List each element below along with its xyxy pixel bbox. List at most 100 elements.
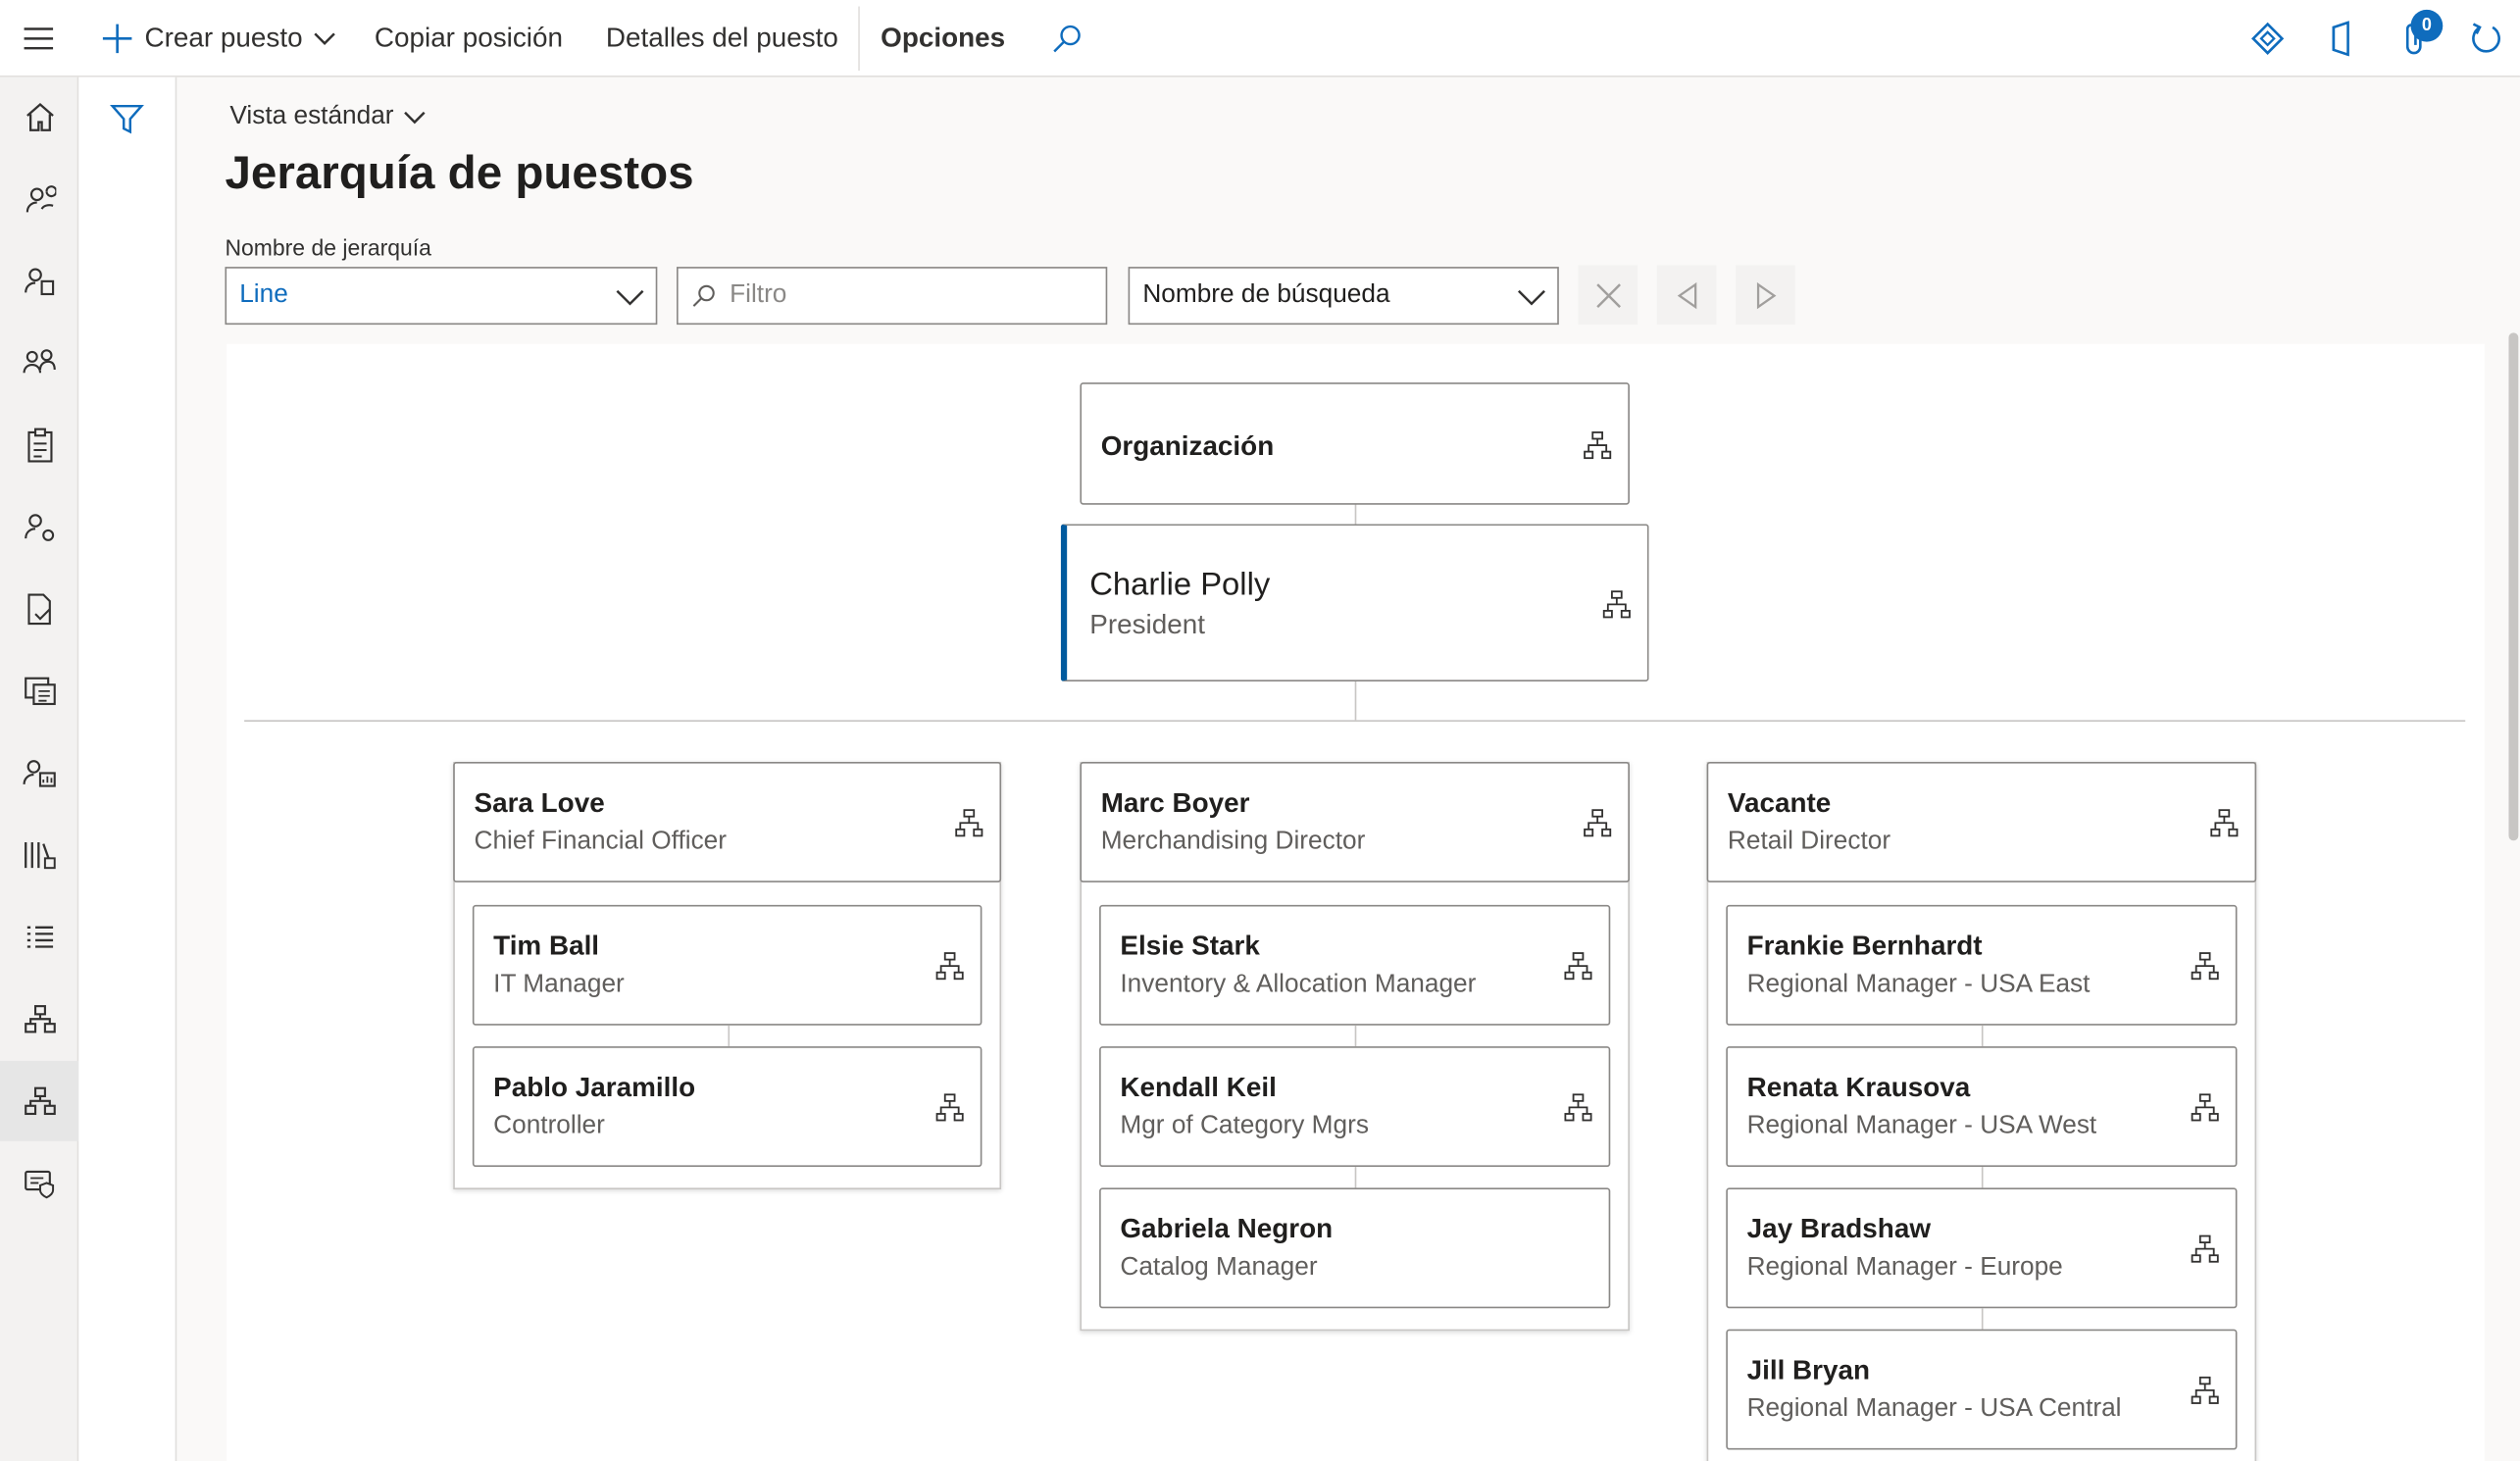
report-icon[interactable] xyxy=(0,651,78,731)
connector-line xyxy=(1981,1025,1984,1047)
toolbar-divider xyxy=(858,6,860,72)
hierarchy-name-dropdown[interactable]: Line xyxy=(225,267,658,326)
president-card[interactable]: Charlie Polly President xyxy=(1060,524,1649,682)
card-name: Organización xyxy=(1100,430,1275,462)
position-card[interactable]: Tim Ball IT Manager xyxy=(472,904,983,1026)
home-icon[interactable] xyxy=(0,77,78,158)
position-details-button[interactable]: Detalles del puesto xyxy=(606,0,838,77)
search-icon[interactable] xyxy=(1051,0,1084,77)
card-title: Controller xyxy=(493,1112,605,1140)
app-root: Crear puesto Copiar posición Detalles de… xyxy=(0,0,2520,1461)
hierarchy-icon[interactable] xyxy=(2191,1376,2220,1405)
close-icon xyxy=(1595,282,1621,308)
card-name: Elsie Stark xyxy=(1120,931,1260,962)
card-title: Regional Manager - USA East xyxy=(1746,971,2091,998)
hierarchy-icon[interactable] xyxy=(1564,951,1593,981)
hierarchy-icon[interactable] xyxy=(1583,809,1612,838)
view-selector[interactable]: Vista estándar xyxy=(229,103,426,132)
document-edit-icon[interactable] xyxy=(0,569,78,649)
org-root-card[interactable]: Organización xyxy=(1080,382,1630,505)
library-icon[interactable] xyxy=(0,815,78,895)
workers-icon[interactable] xyxy=(0,159,78,239)
vertical-scrollbar[interactable] xyxy=(2508,332,2519,841)
office-icon[interactable] xyxy=(2316,13,2367,64)
department-head-card[interactable]: Marc Boyer Merchandising Director xyxy=(1080,761,1630,882)
department-head-card[interactable]: Sara Love Chief Financial Officer xyxy=(453,761,1002,882)
clear-button[interactable] xyxy=(1578,265,1638,326)
chevron-down-icon xyxy=(404,111,426,125)
options-tab[interactable]: Opciones xyxy=(881,0,1005,77)
triangle-right-icon xyxy=(1756,281,1776,309)
search-name-dropdown[interactable]: Nombre de búsqueda xyxy=(1128,267,1559,326)
card-name: Charlie Polly xyxy=(1089,567,1271,603)
card-name: Tim Ball xyxy=(493,931,600,962)
org-chart-settings-icon[interactable] xyxy=(0,979,78,1059)
position-card[interactable]: Gabriela Negron Catalog Manager xyxy=(1099,1187,1611,1309)
hierarchy-icon[interactable] xyxy=(2191,1234,2220,1264)
clipboard-icon[interactable] xyxy=(0,405,78,485)
search-name-value: Nombre de búsqueda xyxy=(1142,280,1390,309)
card-title: Regional Manager - USA Central xyxy=(1746,1394,2122,1423)
card-title: Regional Manager - USA West xyxy=(1746,1112,2097,1140)
action-pane: Crear puesto Copiar posición Detalles de… xyxy=(0,0,2520,77)
position-hierarchy-icon[interactable] xyxy=(0,1060,79,1141)
hierarchy-icon[interactable] xyxy=(935,1093,965,1123)
card-title: Regional Manager - Europe xyxy=(1746,1253,2063,1282)
hierarchy-icon[interactable] xyxy=(935,951,965,981)
connector-line xyxy=(1354,503,1357,527)
navigation-pane xyxy=(0,76,79,1461)
filter-input[interactable]: Filtro xyxy=(677,267,1108,326)
list-icon[interactable] xyxy=(0,897,78,978)
hamburger-menu-icon[interactable] xyxy=(0,0,77,77)
create-position-button[interactable]: Crear puesto xyxy=(100,0,336,77)
card-title: Mgr of Category Mgrs xyxy=(1120,1112,1369,1140)
card-title: Chief Financial Officer xyxy=(474,828,728,856)
triangle-left-icon xyxy=(1676,281,1696,309)
person-chart-icon[interactable] xyxy=(0,732,78,813)
plus-icon xyxy=(102,24,132,54)
hierarchy-icon[interactable] xyxy=(2191,1093,2220,1123)
department-head-card[interactable]: Vacante Retail Director xyxy=(1706,761,2257,882)
connector-line xyxy=(1354,680,1357,721)
card-title: Retail Director xyxy=(1727,828,1891,856)
power-apps-icon[interactable] xyxy=(2242,13,2293,64)
card-name: Kendall Keil xyxy=(1120,1072,1277,1103)
card-name: Sara Love xyxy=(474,787,605,819)
position-card[interactable]: Frankie Bernhardt Regional Manager - USA … xyxy=(1726,904,2238,1026)
card-title: Catalog Manager xyxy=(1120,1253,1318,1282)
hierarchy-icon[interactable] xyxy=(1583,430,1612,460)
card-name: Frankie Bernhardt xyxy=(1746,931,1983,962)
card-name: Renata Krausova xyxy=(1746,1072,1971,1103)
copy-position-button[interactable]: Copiar posición xyxy=(375,0,563,77)
position-card[interactable]: Renata Krausova Regional Manager - USA We… xyxy=(1726,1046,2238,1168)
filter-icon[interactable] xyxy=(108,100,146,138)
previous-button[interactable] xyxy=(1656,265,1717,326)
connector-line xyxy=(1981,1308,1984,1330)
card-name: Marc Boyer xyxy=(1100,787,1250,819)
position-card[interactable]: Elsie Stark Inventory & Allocation Manage… xyxy=(1099,904,1611,1026)
hierarchy-icon[interactable] xyxy=(1602,590,1632,620)
filter-placeholder: Filtro xyxy=(730,280,787,309)
view-name: Vista estándar xyxy=(229,102,394,130)
connector-line xyxy=(1354,1167,1357,1188)
badge-shield-icon[interactable] xyxy=(0,1142,78,1223)
team-icon[interactable] xyxy=(0,323,78,403)
search-icon xyxy=(692,284,715,307)
card-name: Jill Bryan xyxy=(1746,1354,1871,1385)
person-settings-icon[interactable] xyxy=(0,487,78,568)
next-button[interactable] xyxy=(1736,265,1795,326)
refresh-icon[interactable] xyxy=(2460,13,2511,64)
card-name: Vacante xyxy=(1727,787,1832,819)
position-card[interactable]: Pablo Jaramillo Controller xyxy=(472,1046,983,1168)
person-doc-icon[interactable] xyxy=(0,241,78,322)
position-card[interactable]: Kendall Keil Mgr of Category Mgrs xyxy=(1099,1046,1611,1168)
hierarchy-icon[interactable] xyxy=(2191,951,2220,981)
filter-pane xyxy=(78,76,177,1461)
chevron-down-icon xyxy=(314,32,336,45)
hierarchy-icon[interactable] xyxy=(955,809,984,838)
card-title: IT Manager xyxy=(493,971,625,998)
hierarchy-icon[interactable] xyxy=(2210,809,2240,838)
position-card[interactable]: Jill Bryan Regional Manager - USA Central xyxy=(1726,1329,2238,1450)
hierarchy-icon[interactable] xyxy=(1564,1093,1593,1123)
position-card[interactable]: Jay Bradshaw Regional Manager - Europe xyxy=(1726,1187,2238,1309)
